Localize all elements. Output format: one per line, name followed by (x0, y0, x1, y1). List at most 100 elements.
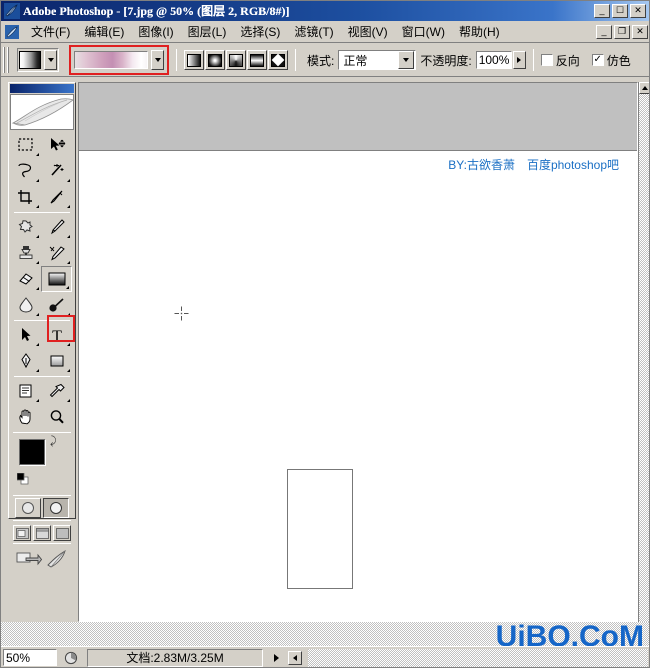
magic-wand-tool[interactable] (41, 158, 72, 184)
dither-label: 仿色 (607, 52, 631, 69)
tool-flyout-indicator (67, 399, 70, 402)
radial-gradient-button[interactable] (205, 50, 225, 70)
application-title-bar: Adobe Photoshop - [7.jpg @ 50% (图层 2, RG… (0, 0, 650, 21)
menu-image[interactable]: 图像(I) (131, 21, 180, 42)
reverse-checkbox-wrap[interactable]: 反向 (541, 52, 580, 69)
tool-flyout-indicator (36, 399, 39, 402)
gradient-dropdown-button[interactable] (151, 50, 164, 70)
status-play-button[interactable] (269, 649, 283, 667)
jump-to-other-button[interactable] (45, 549, 69, 572)
reverse-checkbox[interactable] (541, 54, 553, 66)
slice-tool[interactable] (41, 184, 72, 210)
path-selection-tool[interactable] (10, 322, 41, 348)
gradient-preview-swatch[interactable] (74, 51, 148, 69)
tool-row-5 (10, 240, 74, 266)
tool-separator-1 (14, 212, 70, 213)
standard-screen-mode[interactable] (13, 525, 31, 541)
tool-preset-dropdown-button[interactable] (44, 50, 57, 70)
close-button[interactable]: ✕ (630, 4, 646, 18)
full-screen-with-menubar[interactable] (33, 525, 51, 541)
pen-tool[interactable] (10, 348, 41, 374)
dither-checkbox-wrap[interactable]: ✓ 仿色 (592, 52, 631, 69)
tool-row-11 (10, 404, 74, 430)
move-tool[interactable] (41, 132, 72, 158)
angle-gradient-button[interactable] (226, 50, 246, 70)
preview-icon[interactable] (63, 650, 79, 666)
crop-tool[interactable] (10, 184, 41, 210)
tool-preset-picker[interactable] (17, 48, 59, 72)
menu-help[interactable]: 帮助(H) (452, 21, 507, 42)
gradient-tool-preset-icon (19, 51, 41, 69)
shape-tool[interactable] (41, 348, 72, 374)
scroll-up-button[interactable] (639, 82, 650, 94)
jump-to-imageready-button[interactable] (16, 549, 42, 572)
doc-close-button[interactable]: ✕ (632, 25, 648, 39)
menu-layer[interactable]: 图层(L) (181, 21, 234, 42)
tool-flyout-indicator (36, 153, 39, 156)
reflected-gradient-button[interactable] (247, 50, 267, 70)
toolbox-title-bar[interactable] (10, 84, 74, 93)
swap-colors-icon[interactable]: ⤸ (50, 435, 57, 448)
standard-mode-icon (22, 502, 34, 514)
options-bar-drag-grip[interactable] (3, 47, 12, 73)
brush-tool[interactable] (41, 214, 72, 240)
minimize-button[interactable]: _ (594, 4, 610, 18)
opacity-input[interactable]: 100% (476, 51, 512, 69)
eraser-tool[interactable] (10, 266, 41, 292)
blend-mode-select[interactable]: 正常 (338, 50, 416, 70)
healing-brush-tool[interactable] (10, 214, 41, 240)
diamond-gradient-icon (271, 54, 285, 67)
quick-mask-mode-button[interactable] (43, 498, 69, 518)
minimize-icon: _ (599, 6, 604, 15)
image-canvas[interactable]: BY:古欲香萧 百度photoshop吧 (79, 152, 637, 622)
tool-flyout-indicator (36, 235, 39, 238)
dither-checkbox[interactable]: ✓ (592, 54, 604, 66)
clone-stamp-tool[interactable] (10, 240, 41, 266)
tool-flyout-indicator (36, 287, 39, 290)
menu-window[interactable]: 窗口(W) (395, 21, 452, 42)
tool-row-8: T (10, 322, 74, 348)
type-tool[interactable]: T (41, 322, 72, 348)
doc-minimize-button[interactable]: _ (596, 25, 612, 39)
tool-flyout-indicator (67, 179, 70, 182)
vertical-scrollbar[interactable] (638, 82, 650, 622)
blur-tool[interactable] (10, 292, 41, 318)
tool-separator-2 (14, 320, 70, 321)
diamond-gradient-button[interactable] (268, 50, 288, 70)
menu-file[interactable]: 文件(F) (24, 21, 77, 42)
crosshair-cursor (174, 306, 189, 321)
marquee-tool[interactable] (10, 132, 41, 158)
tool-flyout-indicator (67, 343, 70, 346)
default-colors-icon[interactable] (17, 473, 29, 485)
chevron-down-icon (48, 58, 54, 62)
doc-restore-button[interactable]: ❐ (614, 25, 630, 39)
dodge-tool[interactable] (41, 292, 72, 318)
menu-view[interactable]: 视图(V) (341, 21, 395, 42)
notes-tool[interactable] (10, 378, 41, 404)
chevron-left-icon (293, 655, 297, 661)
eyedropper-tool[interactable] (41, 378, 72, 404)
linear-gradient-button[interactable] (184, 50, 204, 70)
maximize-button[interactable]: ☐ (612, 4, 628, 18)
gradient-preset-picker[interactable] (69, 45, 169, 75)
opacity-slider-button[interactable] (513, 51, 526, 69)
menu-select[interactable]: 选择(S) (233, 21, 287, 42)
foreground-color-swatch[interactable] (19, 439, 45, 465)
document-icon[interactable] (4, 24, 20, 40)
rectangular-selection[interactable] (287, 469, 353, 589)
blend-mode-dropdown-button[interactable] (398, 51, 414, 69)
full-screen-mode[interactable] (53, 525, 71, 541)
zoom-level-input[interactable]: 50% (3, 649, 57, 666)
tool-flyout-indicator (36, 205, 39, 208)
history-brush-tool[interactable] (41, 240, 72, 266)
gradient-tool[interactable] (41, 266, 72, 292)
tool-flyout-indicator (67, 369, 70, 372)
reverse-label: 反向 (556, 52, 580, 69)
standard-mode-button[interactable] (15, 498, 41, 518)
hand-tool[interactable] (10, 404, 41, 430)
status-prev-button[interactable] (288, 651, 302, 665)
zoom-tool[interactable] (41, 404, 72, 430)
menu-edit[interactable]: 编辑(E) (77, 21, 131, 42)
menu-filter[interactable]: 滤镜(T) (287, 21, 340, 42)
lasso-tool[interactable] (10, 158, 41, 184)
